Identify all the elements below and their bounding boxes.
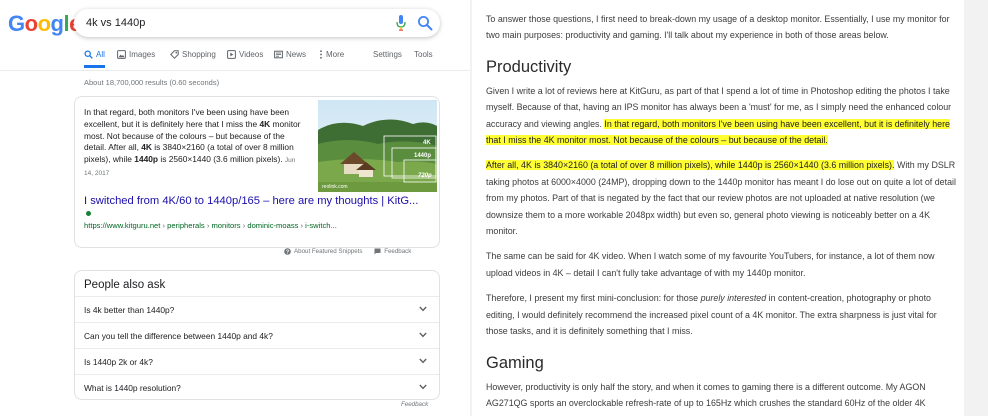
tab-label: Videos xyxy=(239,50,264,59)
search-icon xyxy=(84,50,93,59)
article-body: To answer those questions, I first need … xyxy=(486,11,956,416)
help-icon: ? xyxy=(284,248,291,255)
tag-icon xyxy=(170,50,179,59)
paa-question-row[interactable]: Is 4k better than 1440p? xyxy=(75,296,439,322)
article-sheet: To answer those questions, I first need … xyxy=(472,0,964,416)
url-part: https://www.kitguru.net xyxy=(84,221,161,230)
featured-snippet: In that regard, both monitors I've been … xyxy=(74,96,440,248)
tab-label: Tools xyxy=(414,50,433,59)
snippet-feedback-link[interactable]: Feedback xyxy=(374,248,411,255)
resolution-comparison-image[interactable]: 4K 1440p 720p reolink.com xyxy=(318,100,437,192)
tabs-divider xyxy=(0,70,470,71)
result-stats: About 18,700,000 results (0.60 seconds) xyxy=(84,78,220,87)
tab-label: News xyxy=(286,50,307,59)
tab-shopping[interactable]: Shopping xyxy=(170,50,216,70)
article-paragraph: To answer those questions, I first need … xyxy=(486,14,950,41)
snippet-text: In that regard, both monitors I've been … xyxy=(84,107,306,180)
emphasis-text: purely interested xyxy=(700,293,767,304)
section-heading: Productivity xyxy=(486,57,572,76)
chevron-down-icon xyxy=(419,358,427,364)
image-watermark: reolink.com xyxy=(322,184,348,190)
paragraph-text: Therefore, I present my first mini-concl… xyxy=(486,293,701,304)
tab-news[interactable]: News xyxy=(274,50,306,70)
article-paragraph: Therefore, I present my first mini-concl… xyxy=(486,290,956,339)
image-icon xyxy=(117,50,126,59)
logo-letter: o xyxy=(24,11,38,36)
paa-question-row[interactable]: Can you tell the difference between 1440… xyxy=(75,322,439,348)
snippet-footer: ? About Featured Snippets Feedback xyxy=(284,248,411,257)
article-paragraph: Given I write a lot of reviews here at K… xyxy=(486,83,956,149)
paragraph-text: With my DSLR taking photos at 6000×4000 … xyxy=(486,160,956,237)
site-status-dot xyxy=(86,211,91,216)
paa-feedback-link[interactable]: Feedback xyxy=(401,401,428,408)
tab-label: Shopping xyxy=(182,50,216,59)
paa-question-text: Is 4k better than 1440p? xyxy=(84,305,175,315)
url-part: dominic-moass xyxy=(247,221,299,230)
logo-letter: g xyxy=(50,11,64,36)
url-part: peripherals xyxy=(167,221,205,230)
paa-question-row[interactable]: What is 1440p resolution? xyxy=(75,374,439,400)
section-heading: Gaming xyxy=(486,353,544,372)
snippet-bold: 1440p xyxy=(134,154,159,165)
article-paragraph: However, productivity is only half the s… xyxy=(486,381,926,408)
tab-label: All xyxy=(96,50,105,59)
paa-question-text: What is 1440p resolution? xyxy=(84,383,181,393)
search-box xyxy=(74,9,440,37)
snippet-text-part: In that regard, both monitors I've been … xyxy=(84,107,290,129)
chevron-down-icon xyxy=(419,332,427,338)
url-part: i-switch... xyxy=(305,221,337,230)
tab-label: Settings xyxy=(373,50,402,59)
page-scrollbar[interactable] xyxy=(976,0,988,416)
microphone-icon[interactable] xyxy=(396,15,406,31)
image-label-1440p: 1440p xyxy=(414,153,431,159)
snippet-result-title[interactable]: I switched from 4K/60 to 1440p/165 – her… xyxy=(84,195,436,207)
chevron-down-icon xyxy=(419,384,427,390)
google-results-pane: Google All Images Shopping Video xyxy=(0,0,470,416)
image-label-720p: 720p xyxy=(418,173,432,179)
feedback-icon xyxy=(374,248,381,255)
logo-letter: G xyxy=(8,11,25,36)
article-pane: To answer those questions, I first need … xyxy=(470,0,988,416)
tab-tools[interactable]: Tools xyxy=(414,50,433,70)
snippet-text-part: is 2560×1440 (3.6 million pixels). xyxy=(158,154,283,165)
footer-label: Feedback xyxy=(384,248,412,255)
image-label-4k: 4K xyxy=(423,140,431,146)
snippet-bold: 4K xyxy=(259,118,271,129)
footer-label: About Featured Snippets xyxy=(294,248,363,255)
snippet-bold: 4K xyxy=(141,142,152,153)
tab-label: More xyxy=(326,50,345,59)
paa-question-text: Can you tell the difference between 1440… xyxy=(84,331,273,341)
url-part: monitors xyxy=(211,221,241,230)
tab-videos[interactable]: Videos xyxy=(227,50,263,70)
article-paragraph: After all, 4K is 3840×2160 (a total of o… xyxy=(486,157,956,239)
video-icon xyxy=(227,50,236,59)
google-logo[interactable]: Google xyxy=(8,11,81,37)
chevron-down-icon xyxy=(419,306,427,312)
people-also-ask: People also ask Is 4k better than 1440p?… xyxy=(74,270,440,400)
paa-question-row[interactable]: Is 1440p 2k or 4k? xyxy=(75,348,439,374)
tab-more[interactable]: More xyxy=(319,50,344,70)
highlighted-text: After all, 4K is 3840×2160 (a total of o… xyxy=(486,160,895,171)
paa-heading: People also ask xyxy=(84,279,166,291)
news-icon xyxy=(274,50,283,59)
article-paragraph: The same can be said for 4K video. When … xyxy=(486,251,935,278)
tab-label: Images xyxy=(129,50,156,59)
logo-letter: o xyxy=(37,11,51,36)
paa-question-text: Is 1440p 2k or 4k? xyxy=(84,357,153,367)
tab-all[interactable]: All xyxy=(84,50,105,70)
more-vert-icon xyxy=(320,50,322,59)
tab-settings[interactable]: Settings xyxy=(373,50,402,70)
search-tabs: All Images Shopping Videos News More Set… xyxy=(84,50,444,70)
search-icon[interactable] xyxy=(417,15,433,31)
search-input[interactable] xyxy=(86,13,366,33)
about-featured-snippets-link[interactable]: ? About Featured Snippets xyxy=(284,248,362,255)
tab-images[interactable]: Images xyxy=(117,50,155,70)
snippet-url-breadcrumb[interactable]: https://www.kitguru.net › peripherals › … xyxy=(84,221,337,230)
